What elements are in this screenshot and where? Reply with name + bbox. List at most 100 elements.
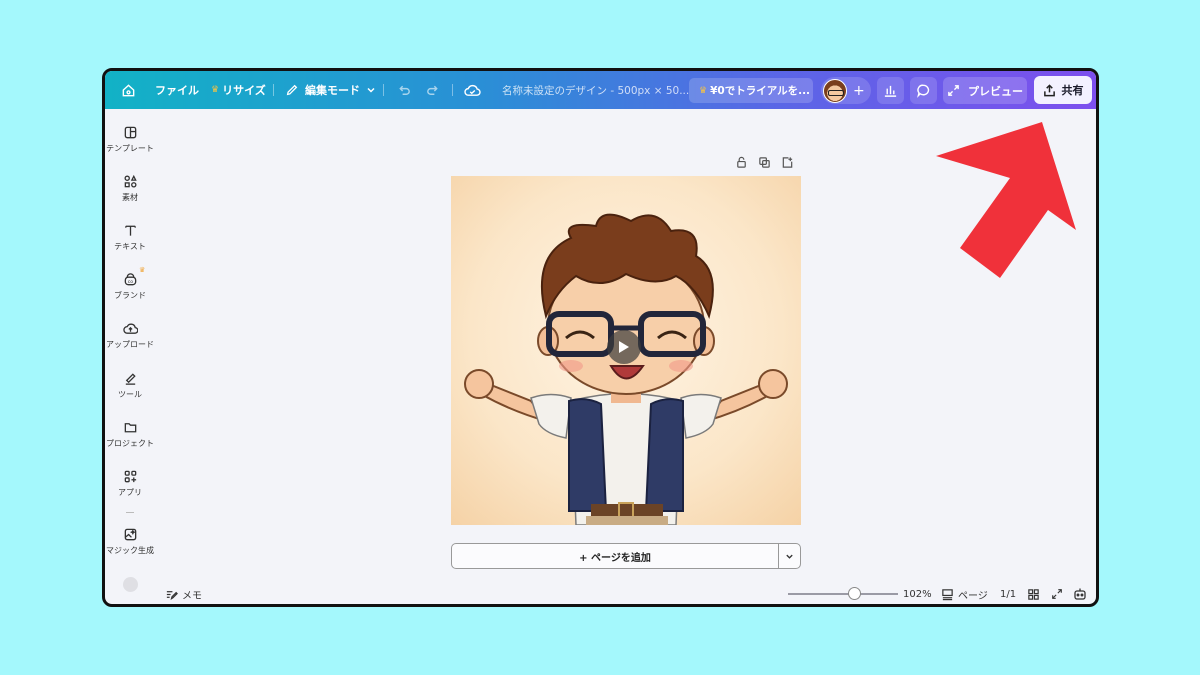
document-title-text: 名称未設定のデザイン - 500px × 50...	[502, 84, 690, 97]
notes-icon	[166, 590, 178, 600]
edit-mode-label: 編集モード	[305, 84, 360, 97]
trial-button[interactable]: ♛ ¥0でトライアルを...	[689, 78, 813, 103]
design-canvas-image[interactable]	[451, 176, 801, 525]
add-page-icon[interactable]	[781, 156, 794, 169]
sidebar-item-elements[interactable]: 素材	[105, 174, 155, 203]
pages-label: ページ	[958, 590, 988, 602]
add-page-options-button[interactable]	[778, 544, 800, 568]
folder-icon	[124, 423, 136, 433]
sidebar-item-apps[interactable]: アプリ	[105, 469, 155, 498]
play-icon	[619, 341, 629, 353]
sidebar-item-templates[interactable]: テンプレート	[105, 125, 155, 154]
redo-icon	[427, 85, 438, 95]
resize-button[interactable]: ♛ リサイズ	[211, 71, 266, 109]
crown-icon: ♛	[139, 266, 146, 274]
divider	[273, 84, 274, 96]
fullscreen-button[interactable]	[1051, 585, 1063, 603]
add-page-label: + ページを追加	[579, 552, 651, 564]
apps-icon	[124, 470, 136, 483]
sidebar-item-label: アップロード	[106, 340, 154, 349]
undo-icon	[399, 85, 410, 95]
divider	[126, 512, 134, 513]
zoom-slider-thumb[interactable]	[847, 587, 861, 600]
crown-icon: ♛	[211, 85, 220, 95]
document-title[interactable]: 名称未設定のデザイン - 500px × 50...	[502, 71, 689, 109]
add-page-button[interactable]: + ページを追加	[452, 549, 778, 564]
sidebar-item-label: ツール	[118, 390, 142, 399]
elements-icon	[123, 174, 137, 188]
sidebar-item-tools[interactable]: ツール	[105, 371, 155, 400]
lock-icon[interactable]	[735, 156, 748, 169]
upload-icon	[122, 323, 138, 334]
collaborators-button[interactable]: +	[821, 77, 871, 104]
play-button[interactable]	[607, 330, 641, 364]
sidebar-item-text[interactable]: テキスト	[105, 223, 155, 252]
comments-button[interactable]	[910, 77, 937, 104]
template-icon	[124, 126, 136, 139]
page-counter[interactable]: 1/1	[1000, 585, 1016, 603]
resize-label: リサイズ	[222, 84, 266, 97]
magic-icon	[124, 528, 136, 541]
file-menu-label: ファイル	[155, 84, 199, 97]
sidebar-item-magic-generate[interactable]: マジック生成	[105, 527, 155, 556]
zoom-level-button[interactable]: 102%	[903, 585, 932, 603]
redo-button[interactable]	[425, 71, 440, 109]
pages-icon	[942, 588, 953, 600]
share-button[interactable]: 共有	[1034, 76, 1092, 104]
text-icon	[124, 225, 136, 236]
sidebar-item-label: 素材	[122, 193, 138, 202]
bar-chart-icon	[884, 85, 897, 97]
page-count: 1/1	[1000, 588, 1017, 600]
chevron-down-icon	[367, 87, 375, 93]
zoom-level: 102%	[903, 588, 932, 600]
grid-view-button[interactable]	[1027, 585, 1040, 603]
sidebar-item-label: ブランド	[114, 291, 146, 300]
comment-icon	[917, 84, 930, 98]
preview-button[interactable]: プレビュー	[943, 77, 1027, 104]
sidebar-item-label: マジック生成	[106, 546, 154, 555]
bottom-bar: メモ 102% ページ 1/1	[105, 581, 1096, 604]
chevron-down-icon	[786, 554, 793, 559]
sidebar-item-label: アプリ	[118, 488, 142, 497]
pencil-icon	[286, 84, 298, 96]
left-sidebar: テンプレート 素材 テキスト ♛ co ブランド アップロード ツール プロジェ…	[105, 109, 155, 604]
notes-button[interactable]: メモ	[165, 585, 202, 603]
brand-icon: co	[124, 273, 136, 286]
avatar	[823, 78, 847, 103]
divider	[452, 84, 453, 96]
robot-icon	[1074, 588, 1086, 600]
grid-icon	[1028, 588, 1039, 600]
zoom-slider-track[interactable]	[788, 593, 898, 595]
trial-label: ¥0でトライアルを...	[710, 85, 811, 97]
svg-text:co: co	[127, 280, 133, 285]
sidebar-item-brand[interactable]: ♛ co ブランド	[105, 266, 155, 301]
top-toolbar: ファイル ♛ リサイズ 編集モード 名称未設定のデザイン - 500px × 5…	[105, 71, 1096, 109]
assistant-button[interactable]	[1073, 585, 1087, 603]
undo-button[interactable]	[397, 71, 412, 109]
sidebar-item-label: テキスト	[114, 242, 146, 251]
insights-button[interactable]	[877, 77, 904, 104]
page-tools	[735, 156, 794, 169]
save-status-button[interactable]	[464, 71, 481, 109]
red-arrow-annotation	[936, 122, 1076, 278]
file-menu[interactable]: ファイル	[155, 71, 199, 109]
upload-share-icon	[1043, 83, 1055, 96]
notes-label: メモ	[182, 590, 202, 602]
pages-button[interactable]: ページ	[941, 585, 988, 603]
home-button[interactable]	[121, 71, 136, 109]
cloud-check-icon	[464, 84, 481, 96]
add-page-button-group: + ページを追加	[451, 543, 801, 569]
tools-icon	[125, 373, 136, 385]
duplicate-icon[interactable]	[758, 156, 771, 169]
share-label: 共有	[1061, 84, 1084, 97]
edit-mode-dropdown[interactable]: 編集モード	[285, 71, 376, 109]
divider	[383, 84, 384, 96]
crown-icon: ♛	[699, 85, 708, 96]
expand-icon	[948, 85, 959, 96]
sidebar-item-label: プロジェクト	[106, 439, 154, 448]
sidebar-item-projects[interactable]: プロジェクト	[105, 420, 155, 449]
home-icon	[122, 83, 135, 96]
sidebar-item-uploads[interactable]: アップロード	[105, 321, 155, 350]
sidebar-item-label: テンプレート	[106, 144, 154, 153]
preview-label: プレビュー	[968, 84, 1023, 98]
